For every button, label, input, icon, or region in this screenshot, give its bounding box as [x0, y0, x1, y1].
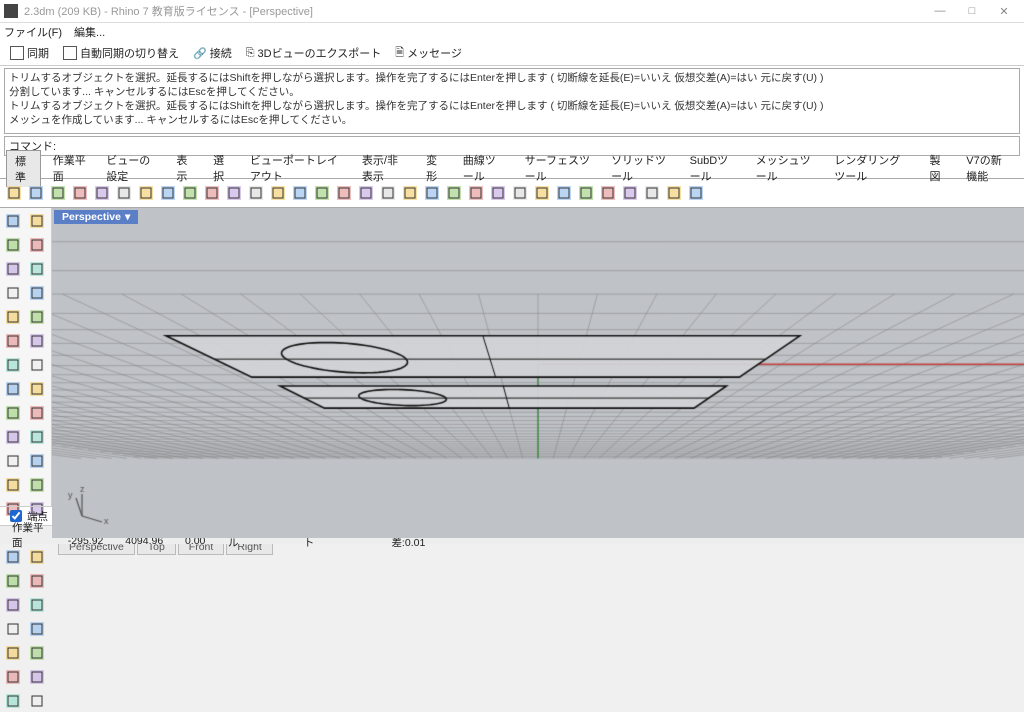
viewport[interactable]: [52, 208, 1024, 538]
tool-icon[interactable]: [2, 306, 24, 328]
tool-icon[interactable]: [356, 183, 376, 203]
tool-icon[interactable]: [2, 666, 24, 688]
tool-icon[interactable]: [158, 183, 178, 203]
tool-icon[interactable]: [2, 426, 24, 448]
tool-icon[interactable]: [2, 282, 24, 304]
tool-icon[interactable]: [378, 183, 398, 203]
tool-icon[interactable]: [290, 183, 310, 203]
tool-icon[interactable]: [444, 183, 464, 203]
minimize-button[interactable]: —: [924, 5, 956, 17]
app-icon: [4, 4, 18, 18]
tool-icon[interactable]: [26, 282, 48, 304]
tool-icon[interactable]: [202, 183, 222, 203]
tool-icon[interactable]: [26, 450, 48, 472]
tool-icon[interactable]: [26, 594, 48, 616]
tool-icon[interactable]: [136, 183, 156, 203]
tool-icon[interactable]: [26, 234, 48, 256]
tool-icon[interactable]: [26, 618, 48, 640]
left-toolbox: [0, 208, 52, 506]
tool-icon[interactable]: [224, 183, 244, 203]
tool-icon[interactable]: [532, 183, 552, 203]
tool-icon[interactable]: [26, 306, 48, 328]
tool-icon[interactable]: [2, 258, 24, 280]
tool-icon[interactable]: [268, 183, 288, 203]
window-title: 2.3dm (209 KB) - Rhino 7 教育版ライセンス - [Per…: [24, 3, 924, 19]
tool-icon[interactable]: [598, 183, 618, 203]
tool-icon[interactable]: [312, 183, 332, 203]
tool-icon[interactable]: [554, 183, 574, 203]
close-button[interactable]: ✕: [988, 5, 1020, 18]
maximize-button[interactable]: □: [956, 5, 988, 17]
tool-icon[interactable]: [26, 183, 46, 203]
standard-toolbar: [0, 179, 1024, 208]
tool-icon[interactable]: [4, 183, 24, 203]
tool-icon[interactable]: [26, 330, 48, 352]
tool-icon[interactable]: [2, 690, 24, 712]
tool-icon[interactable]: [48, 183, 68, 203]
tool-icon[interactable]: [2, 594, 24, 616]
tool-icon[interactable]: [686, 183, 706, 203]
tool-icon[interactable]: [510, 183, 530, 203]
title-bar: 2.3dm (209 KB) - Rhino 7 教育版ライセンス - [Per…: [0, 0, 1024, 23]
tool-icon[interactable]: [246, 183, 266, 203]
tool-icon[interactable]: [2, 234, 24, 256]
menu-edit[interactable]: 編集...: [74, 24, 105, 40]
sync-button[interactable]: 同期: [6, 44, 53, 62]
tool-icon[interactable]: [488, 183, 508, 203]
tool-icon[interactable]: [2, 402, 24, 424]
tool-icon[interactable]: [664, 183, 684, 203]
tool-icon[interactable]: [2, 570, 24, 592]
tool-icon[interactable]: [26, 354, 48, 376]
tool-icon[interactable]: [26, 570, 48, 592]
tool-icon[interactable]: [2, 210, 24, 232]
menu-file[interactable]: ファイル(F): [4, 24, 62, 40]
tool-icon[interactable]: [2, 450, 24, 472]
tool-icon[interactable]: [2, 330, 24, 352]
export3d-button[interactable]: ⎘3Dビューのエクスポート: [242, 44, 386, 62]
tool-icon[interactable]: [26, 378, 48, 400]
status-plane: 作業平面: [6, 520, 58, 550]
tool-icon[interactable]: [26, 402, 48, 424]
tool-icon[interactable]: [26, 210, 48, 232]
tool-icon[interactable]: [466, 183, 486, 203]
command-history: トリムするオブジェクトを選択。延長するにはShiftを押しながら選択します。操作…: [4, 68, 1020, 134]
tool-icon[interactable]: [642, 183, 662, 203]
connect-button[interactable]: 🔗接続: [189, 44, 236, 62]
tool-icon[interactable]: [26, 666, 48, 688]
tool-icon[interactable]: [2, 354, 24, 376]
tool-icon[interactable]: [26, 474, 48, 496]
tool-icon[interactable]: [334, 183, 354, 203]
tool-icon[interactable]: [26, 642, 48, 664]
tool-icon[interactable]: [70, 183, 90, 203]
tool-icon[interactable]: [92, 183, 112, 203]
tool-icon[interactable]: [114, 183, 134, 203]
sync-toolbar: 同期 自動同期の切り替え 🔗接続 ⎘3Dビューのエクスポート 🗎メッセージ: [0, 41, 1024, 66]
tool-icon[interactable]: [620, 183, 640, 203]
tool-icon[interactable]: [180, 183, 200, 203]
tool-icon[interactable]: [422, 183, 442, 203]
tool-icon[interactable]: [400, 183, 420, 203]
tool-icon[interactable]: [2, 642, 24, 664]
tool-icon[interactable]: [26, 690, 48, 712]
tool-icon[interactable]: [576, 183, 596, 203]
toolbar-tabs: 標準作業平面ビューの設定表示選択ビューポートレイアウト表示/非表示変形曲線ツール…: [0, 158, 1024, 179]
menu-bar: ファイル(F) 編集...: [0, 23, 1024, 41]
tool-icon[interactable]: [26, 258, 48, 280]
tool-icon[interactable]: [2, 378, 24, 400]
message-button[interactable]: 🗎メッセージ: [391, 43, 466, 64]
viewport-label[interactable]: Perspective: [54, 210, 138, 224]
tool-icon[interactable]: [2, 474, 24, 496]
tool-icon[interactable]: [26, 426, 48, 448]
tool-icon[interactable]: [2, 618, 24, 640]
autosync-button[interactable]: 自動同期の切り替え: [59, 44, 183, 62]
